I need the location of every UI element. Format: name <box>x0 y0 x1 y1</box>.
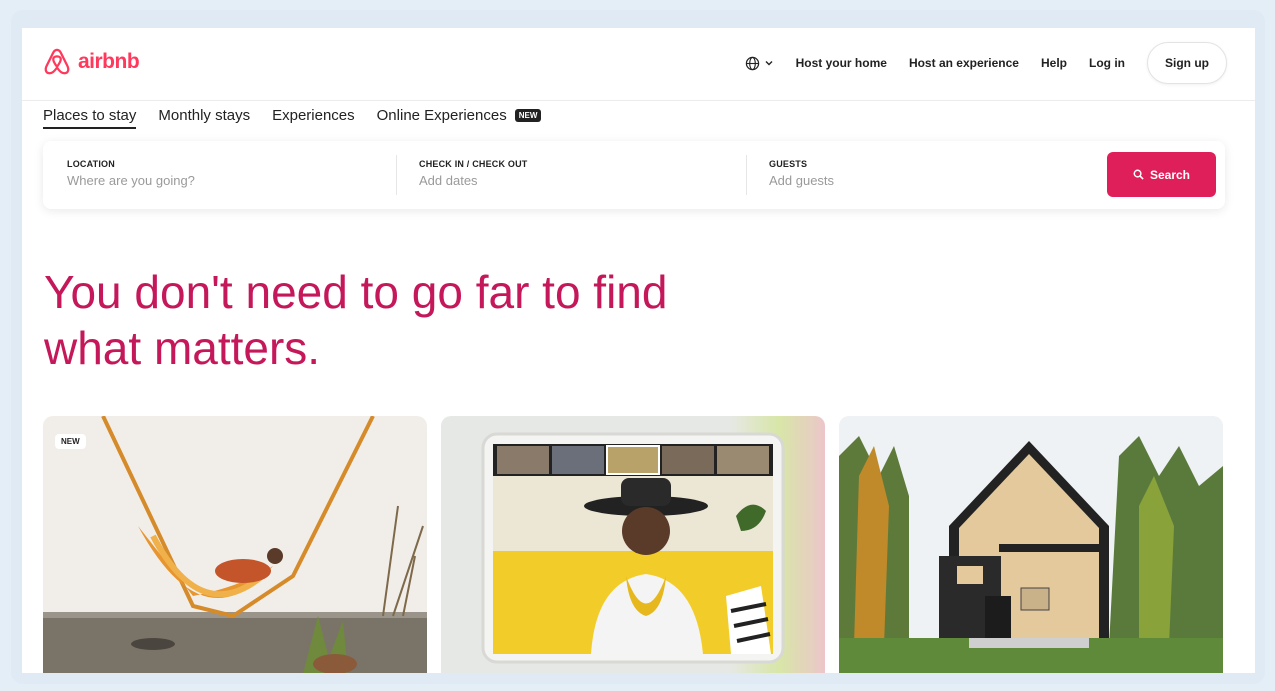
card-online-experience[interactable] <box>441 416 825 673</box>
card-hammock[interactable]: NEW <box>43 416 427 673</box>
search-icon <box>1133 169 1144 180</box>
dates-field[interactable]: CHECK IN / CHECK OUT Add dates <box>419 159 528 188</box>
tab-experiences[interactable]: Experiences <box>272 100 355 130</box>
help-link[interactable]: Help <box>1041 56 1067 70</box>
dates-input[interactable]: Add dates <box>419 173 528 188</box>
new-badge: NEW <box>514 108 542 122</box>
sign-up-button[interactable]: Sign up <box>1147 42 1227 84</box>
tab-monthly-stays[interactable]: Monthly stays <box>158 100 250 130</box>
hammock-photo <box>43 416 427 673</box>
location-field[interactable]: LOCATION Where are you going? <box>67 159 195 188</box>
hero-line-1: You don't need to go far to find <box>44 266 668 318</box>
cabin-in-forest-photo <box>839 416 1223 673</box>
guests-input[interactable]: Add guests <box>769 173 834 188</box>
language-selector[interactable] <box>745 56 774 71</box>
field-divider <box>396 155 397 195</box>
top-nav: Host your home Host an experience Help L… <box>745 42 1227 84</box>
new-badge: NEW <box>55 434 86 449</box>
hero-line-2: what matters. <box>44 322 321 374</box>
chevron-down-icon <box>765 61 773 66</box>
tab-online-experiences[interactable]: Online Experiences NEW <box>377 100 542 130</box>
online-experience-video-call-photo <box>441 416 825 673</box>
search-button-label: Search <box>1149 167 1191 182</box>
location-input[interactable]: Where are you going? <box>67 173 195 188</box>
tab-label: Places to stay <box>43 106 137 124</box>
search-button[interactable]: Search <box>1107 152 1216 197</box>
card-cabin[interactable] <box>839 416 1223 673</box>
host-your-home-link[interactable]: Host your home <box>796 56 887 70</box>
host-an-experience-link[interactable]: Host an experience <box>909 56 1019 70</box>
tab-label: Online Experiences <box>376 106 507 124</box>
top-header: airbnb Host your home Host an experience… <box>22 28 1255 101</box>
guests-field[interactable]: GUESTS Add guests <box>769 159 834 188</box>
log-in-link[interactable]: Log in <box>1089 56 1125 70</box>
globe-icon <box>745 56 759 70</box>
field-divider <box>746 155 747 195</box>
search-bar: LOCATION Where are you going? CHECK IN /… <box>43 141 1225 209</box>
guests-label: GUESTS <box>769 159 808 169</box>
location-label: LOCATION <box>67 159 115 169</box>
tab-places-to-stay[interactable]: Places to stay <box>43 100 137 130</box>
page: airbnb Host your home Host an experience… <box>22 28 1255 673</box>
dates-label: CHECK IN / CHECK OUT <box>419 159 528 169</box>
brand-name: airbnb <box>78 50 140 73</box>
airbnb-logo[interactable]: airbnb <box>42 47 140 77</box>
category-tabs: Places to stay Monthly stays Experiences… <box>43 100 563 130</box>
hero-headline: You don't need to go far to find what ma… <box>44 264 804 376</box>
tab-label: Monthly stays <box>158 106 251 124</box>
tab-label: Experiences <box>272 106 355 124</box>
airbnb-belo-icon <box>44 48 70 75</box>
